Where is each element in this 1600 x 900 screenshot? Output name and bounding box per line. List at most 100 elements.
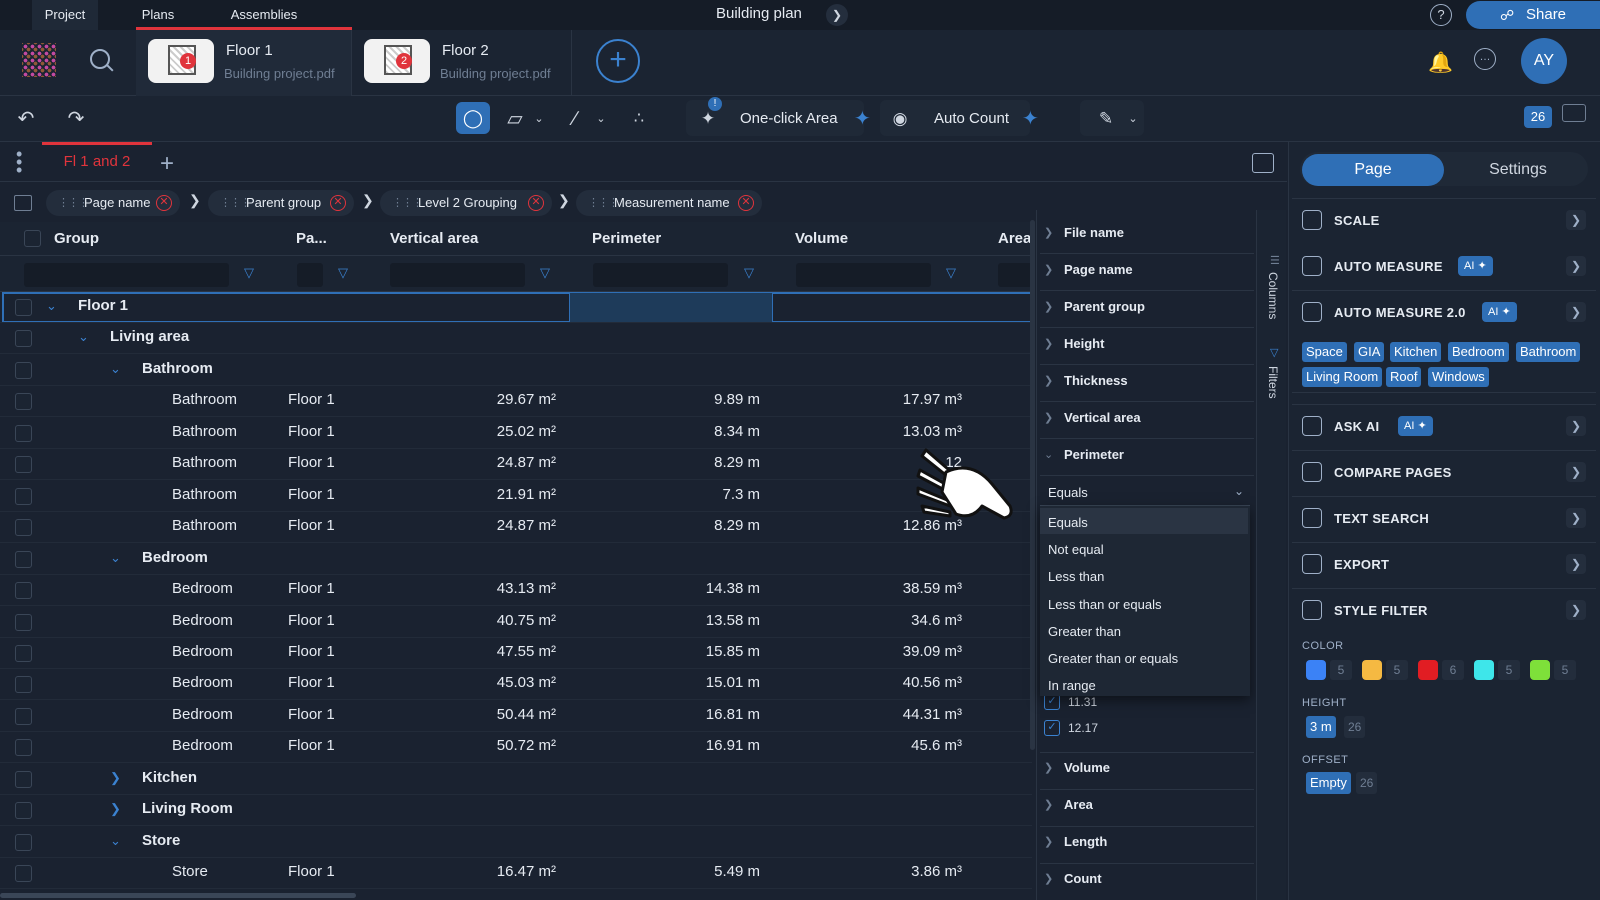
chevron-down-icon[interactable]: ⌄ xyxy=(532,104,546,134)
chevron-right-icon[interactable]: ❯ xyxy=(1044,798,1053,811)
group-chip-level-2[interactable]: ⋮⋮⋮ Level 2 Grouping ✕ xyxy=(380,190,552,216)
chevron-right-icon[interactable]: ❯ xyxy=(1566,302,1586,322)
chevron-down-icon[interactable]: ⌄ xyxy=(110,550,121,566)
help-icon[interactable]: ? xyxy=(1430,4,1452,26)
row-checkbox[interactable] xyxy=(15,330,32,347)
chevron-down-icon[interactable]: ⌄ xyxy=(1044,448,1053,461)
row-checkbox[interactable] xyxy=(15,802,32,819)
column-header-group[interactable]: Group xyxy=(54,222,99,256)
tool-ask-ai-label[interactable]: ASK AI xyxy=(1334,419,1379,434)
count-tool-icon[interactable]: ∴ xyxy=(626,104,652,134)
row-checkbox[interactable] xyxy=(15,519,32,536)
column-item[interactable]: File name xyxy=(1064,225,1124,240)
drag-handle-icon[interactable]: ⋮⋮⋮ xyxy=(58,190,89,216)
area-tool-icon[interactable]: ◯ xyxy=(456,102,490,134)
tab-settings[interactable]: Settings xyxy=(1448,154,1588,186)
filter-icon[interactable]: ▽ xyxy=(338,265,348,281)
row-checkbox[interactable] xyxy=(15,425,32,442)
chevron-down-icon[interactable]: ⌄ xyxy=(110,361,121,377)
filter-input-volume[interactable] xyxy=(796,263,931,287)
chevron-right-icon[interactable]: ❯ xyxy=(826,4,848,26)
chevron-right-icon[interactable]: ❯ xyxy=(1566,416,1586,436)
row-checkbox[interactable] xyxy=(15,676,32,693)
row-checkbox[interactable] xyxy=(15,299,32,316)
row-checkbox[interactable] xyxy=(15,739,32,756)
column-header-volume[interactable]: Volume xyxy=(795,222,848,256)
document-card-floor-2[interactable]: 2 Floor 2 Building project.pdf xyxy=(352,30,572,96)
remove-icon[interactable]: ✕ xyxy=(528,195,544,211)
tool-style-filter-label[interactable]: STYLE FILTER xyxy=(1334,603,1428,618)
row-checkbox[interactable] xyxy=(15,865,32,882)
filter-input-page[interactable] xyxy=(297,263,323,287)
side-tab-columns[interactable]: Columns xyxy=(1266,272,1280,319)
tag-chip[interactable]: Living Room xyxy=(1302,367,1383,387)
value-checkbox[interactable]: ✓ xyxy=(1044,720,1060,736)
tab-plans[interactable]: Plans xyxy=(138,0,178,30)
group-chip-parent-group[interactable]: ⋮⋮⋮ Parent group ✕ xyxy=(208,190,354,216)
column-item[interactable]: Volume xyxy=(1064,760,1110,775)
column-item[interactable]: Thickness xyxy=(1064,373,1128,388)
row-checkbox[interactable] xyxy=(15,456,32,473)
column-item[interactable]: Count xyxy=(1064,871,1102,886)
add-tab-icon[interactable]: + xyxy=(160,150,174,178)
chevron-right-icon[interactable]: ❯ xyxy=(1044,872,1053,885)
chevron-right-icon[interactable]: ❯ xyxy=(1044,374,1053,387)
tool-auto-measure-2-0-label[interactable]: AUTO MEASURE 2.0 xyxy=(1334,305,1466,320)
chevron-right-icon[interactable]: ❯ xyxy=(1566,554,1586,574)
drag-handle-icon[interactable]: ⋮⋮⋮ xyxy=(220,190,251,216)
row-checkbox[interactable] xyxy=(15,771,32,788)
tag-chip[interactable]: Bedroom xyxy=(1448,342,1509,362)
filter-option[interactable]: Not equal xyxy=(1048,542,1104,557)
group-chip-page-name[interactable]: ⋮⋮⋮ Page name ✕ xyxy=(46,190,180,216)
offset-value-chip[interactable]: Empty xyxy=(1306,772,1351,794)
side-tab-filters[interactable]: Filters xyxy=(1266,366,1280,399)
filter-option[interactable]: In range xyxy=(1048,678,1096,693)
table-horizontal-scrollbar[interactable] xyxy=(0,893,356,898)
chevron-right-icon[interactable]: ❯ xyxy=(1044,411,1053,424)
chevron-right-icon[interactable]: ❯ xyxy=(1566,508,1586,528)
filter-icon[interactable]: ▽ xyxy=(744,265,754,281)
group-chip-measurement-name[interactable]: ⋮⋮⋮ Measurement name ✕ xyxy=(576,190,762,216)
filter-icon[interactable]: ▽ xyxy=(946,265,956,281)
color-swatch[interactable] xyxy=(1306,660,1326,680)
filter-icon[interactable]: ▽ xyxy=(540,265,550,281)
select-all-checkbox[interactable] xyxy=(24,230,41,247)
row-checkbox[interactable] xyxy=(15,393,32,410)
value-checkbox[interactable]: ✓ xyxy=(1044,694,1060,710)
filter-option[interactable]: Less than xyxy=(1048,569,1104,584)
filter-icon[interactable]: ▽ xyxy=(244,265,254,281)
document-card-floor-1[interactable]: 1 Floor 1 Building project.pdf xyxy=(136,30,352,96)
table-icon[interactable] xyxy=(14,195,32,211)
polygon-tool-icon[interactable]: ▱ xyxy=(502,104,528,134)
row-checkbox[interactable] xyxy=(15,645,32,662)
tool-export-label[interactable]: EXPORT xyxy=(1334,557,1389,572)
tool-scale-label[interactable]: SCALE xyxy=(1334,213,1380,228)
column-header-perimeter[interactable]: Perimeter xyxy=(592,222,661,256)
chevron-right-icon[interactable]: ❯ xyxy=(1044,835,1053,848)
filter-option[interactable]: Equals xyxy=(1048,515,1088,530)
color-swatch[interactable] xyxy=(1530,660,1550,680)
filter-input-vertical-area[interactable] xyxy=(390,263,525,287)
color-swatch[interactable] xyxy=(1362,660,1382,680)
column-item[interactable]: Height xyxy=(1064,336,1104,351)
tag-chip[interactable]: Space xyxy=(1302,342,1347,362)
tag-chip[interactable]: Windows xyxy=(1428,367,1489,387)
filter-input-perimeter[interactable] xyxy=(593,263,728,287)
filter-input-group[interactable] xyxy=(24,263,229,287)
table-vertical-scrollbar[interactable] xyxy=(1030,220,1035,750)
chevron-right-icon[interactable]: ❯ xyxy=(1044,761,1053,774)
tab-project[interactable]: Project xyxy=(32,0,98,30)
chevron-down-icon[interactable]: ⌄ xyxy=(46,298,57,314)
chevron-right-icon[interactable]: ❯ xyxy=(1566,600,1586,620)
column-item[interactable]: Vertical area xyxy=(1064,410,1141,425)
column-item[interactable]: Length xyxy=(1064,834,1107,849)
chevron-down-icon[interactable]: ⌄ xyxy=(110,833,121,849)
share-button[interactable]: ☍ Share xyxy=(1466,1,1600,29)
drag-handle-icon[interactable]: ⋮⋮⋮ xyxy=(392,190,423,216)
bell-icon[interactable]: 🔔 xyxy=(1428,50,1453,75)
filter-input-area[interactable] xyxy=(998,263,1032,287)
chevron-right-icon[interactable]: ❯ xyxy=(1566,462,1586,482)
tag-chip[interactable]: GIA xyxy=(1354,342,1385,362)
filter-option[interactable]: Greater than or equals xyxy=(1048,651,1178,666)
column-item[interactable]: Parent group xyxy=(1064,299,1145,314)
